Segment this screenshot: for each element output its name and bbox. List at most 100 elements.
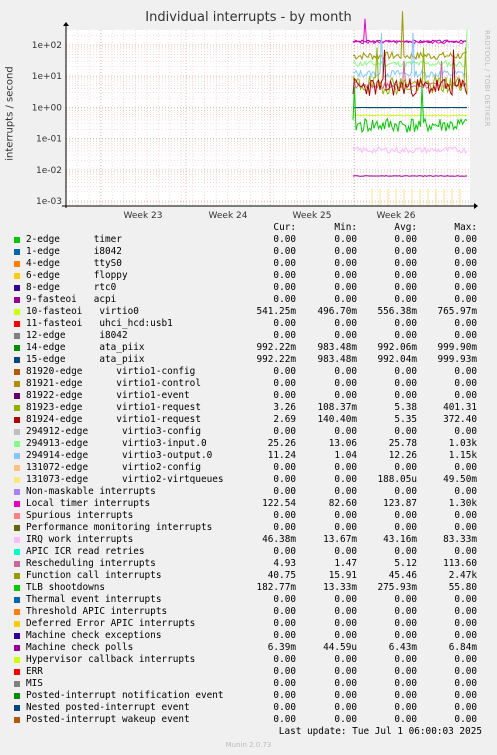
legend-row: 81924-edge virtio1-request 2.69 140.40m 5.3… [0,414,497,426]
legend-swatch [14,717,20,723]
legend-cur-value: 0.00 [273,594,296,605]
legend-cur-value: 182.77m [256,582,296,593]
legend-max-value: 0.00 [454,426,477,437]
legend-cur-value: 0.00 [273,510,296,521]
x-tick-label: Week 23 [124,211,163,221]
legend-max-value: 0.00 [454,318,477,329]
legend-swatch [14,309,20,315]
y-tick-label: 1e-01 [36,135,62,145]
legend-series-name: 81922-edge virtio1-event [26,390,190,401]
legend-row: Machine check polls 6.39m 44.59u 6.43m 6.84m [0,642,497,654]
legend-max-value: 1.15k [448,450,477,461]
legend-row: Function call interrupts 40.75 15.91 45.46 2… [0,570,497,582]
legend-series-name: 294913-edge virtio3-input.0 [26,438,207,449]
legend-swatch [14,525,20,531]
last-update: Last update: Tue Jul 1 06:00:03 2025 [278,726,482,737]
legend-row: 131072-edge virtio2-config 0.00 0.00 0.00 0.… [0,462,497,474]
legend-cur-value: 3.26 [273,402,296,413]
legend-series-name: 81921-edge virtio1-control [26,378,201,389]
legend-swatch [14,573,20,579]
col-max-header: Max: [454,222,477,233]
legend-max-value: 0.00 [454,690,477,701]
x-axis-arrow [474,203,478,209]
legend-series-name: TLB shootdowns [26,582,106,593]
legend-swatch [14,417,20,423]
legend-max-value: 0.00 [454,522,477,533]
legend-swatch [14,321,20,327]
legend-max-value: 999.93m [437,354,477,365]
legend-max-value: 0.00 [454,678,477,689]
legend-cur-value: 0.00 [273,366,296,377]
legend-max-value: 0.00 [454,654,477,665]
legend-max-value: 1.30k [448,498,477,509]
legend-max-value: 113.60 [443,558,477,569]
legend-series-name: Posted-interrupt notification event [26,690,224,701]
series-line [352,175,467,177]
legend-series-name: 81923-edge virtio1-request [26,402,201,413]
legend-series-name: Threshold APIC interrupts [26,606,168,617]
legend-series-name: Machine check exceptions [26,630,162,641]
y-ticks: 1e+02 1e+01 1e+00 1e-01 1e-02 1e-03 [32,41,63,207]
legend-cur-value: 0.00 [273,378,296,389]
x-ticks: Week 23 Week 24 Week 25 Week 26 [124,211,416,221]
legend-swatch [14,549,20,555]
y-tick-label: 1e+02 [32,41,62,51]
legend-series-name: 131072-edge virtio2-config [26,462,201,473]
legend-row: Non-maskable interrupts 0.00 0.00 0.00 0.00 [0,486,497,498]
legend-max-value: 0.00 [454,594,477,605]
legend-row: 11-fasteoi uhci_hcd:usb1 0.00 0.00 0.00 0.00 [0,318,497,330]
legend-max-value: 2.47k [448,570,477,581]
x-tick-label: Week 24 [209,211,248,221]
legend-row: 294914-edge virtio3-output.0 11.24 1.04 12.… [0,450,497,462]
legend-cur-value: 0.00 [273,474,296,485]
legend-series-name: 9-fasteoi acpi [26,294,117,305]
legend-row: APIC ICR read retries 0.00 0.00 0.00 0.00 [0,546,497,558]
legend-swatch [14,669,20,675]
legend-cur-value: 0.00 [273,690,296,701]
legend-row: Local timer interrupts 122.54 82.60 123.87 1… [0,498,497,510]
legend-max-value: 0.00 [454,618,477,629]
legend-row: Deferred Error APIC interrupts 0.00 0.00 0.… [0,618,497,630]
legend-max-value: 1.03k [448,438,477,449]
legend-swatch [14,285,20,291]
legend-cur-value: 4.93 [273,558,296,569]
legend-swatch [14,345,20,351]
legend-cur-value: 0.00 [273,294,296,305]
legend-max-value: 0.00 [454,378,477,389]
legend-swatch [14,357,20,363]
col-cur-header: Cur: [273,222,296,233]
legend-max-value: 6.84m [448,642,477,653]
legend-series-name: 294912-edge virtio3-config [26,426,201,437]
legend-max-value: 55.80 [448,582,477,593]
legend-cur-value: 40.75 [267,570,296,581]
legend-max-value: 0.00 [454,510,477,521]
legend-swatch [14,249,20,255]
legend-swatch [14,465,20,471]
legend-series-name: 294914-edge virtio3-output.0 [26,450,213,461]
legend-swatch [14,561,20,567]
legend-cur-value: 0.00 [273,390,296,401]
legend-cur-value: 992.22m [256,354,296,365]
legend-series-name: 14-edge ata_piix [26,342,145,353]
legend-max-value: 0.00 [454,702,477,713]
legend-row: 81923-edge virtio1-request 3.26 108.37m 5.3… [0,402,497,414]
y-tick-label: 1e+00 [32,103,63,113]
legend-swatch [14,441,20,447]
legend-swatch [14,261,20,267]
legend-row: 6-edge floppy 0.00 0.00 0.00 0.00 [0,270,497,282]
legend-max-value: 0.00 [454,606,477,617]
legend-cur-value: 0.00 [273,714,296,725]
legend-cur-value: 0.00 [273,702,296,713]
legend-row: MIS 0.00 0.00 0.00 0.00 [0,678,497,690]
legend-cur-value: 992.22m [256,342,296,353]
legend-row: 4-edge ttyS0 0.00 0.00 0.00 0.00 [0,258,497,270]
legend-cur-value: 0.00 [273,318,296,329]
legend-row: ERR 0.00 0.00 0.00 0.00 [0,666,497,678]
legend-swatch [14,273,20,279]
legend-max-value: 0.00 [454,390,477,401]
legend-cur-value: 6.39m [267,642,296,653]
legend-series-name: 81920-edge virtio1-config [26,366,196,377]
legend-series-name: 15-edge ata_piix [26,354,145,365]
legend-row: 2-edge timer 0.00 0.00 0.00 0.00 [0,234,497,246]
legend-max-value: 372.40 [443,414,477,425]
